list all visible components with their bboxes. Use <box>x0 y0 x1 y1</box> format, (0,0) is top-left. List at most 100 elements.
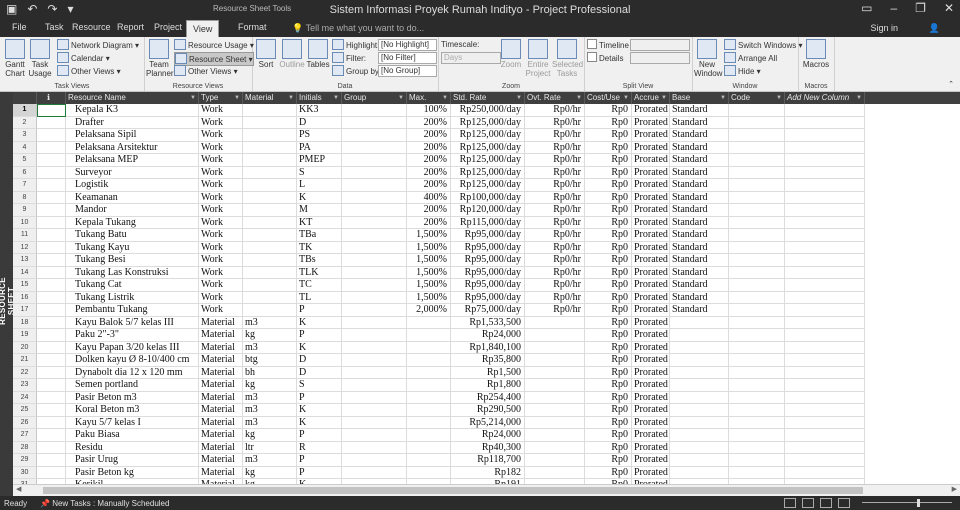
group-cell[interactable] <box>342 279 407 292</box>
code-cell[interactable] <box>729 366 785 379</box>
indicator-cell[interactable] <box>37 454 66 467</box>
base-cell[interactable]: Standard <box>670 304 729 317</box>
cost-use-cell[interactable]: Rp0 <box>585 341 632 354</box>
row-number[interactable]: 8 <box>13 191 37 204</box>
resource-name-cell[interactable]: Pasir Urug <box>66 454 199 467</box>
ovt-rate-cell[interactable] <box>525 354 585 367</box>
add-new-column-cell[interactable] <box>785 441 865 454</box>
accrue-cell[interactable]: Prorated <box>632 291 670 304</box>
type-cell[interactable]: Work <box>199 241 243 254</box>
task-usage-view-icon[interactable] <box>802 498 814 508</box>
group-cell[interactable] <box>342 241 407 254</box>
material-label-cell[interactable] <box>243 191 297 204</box>
initials-cell[interactable]: P <box>297 429 342 442</box>
col-header-max-units[interactable]: Max. ▼ <box>407 92 451 104</box>
type-cell[interactable]: Material <box>199 354 243 367</box>
add-column-dropdown-icon[interactable]: ▼ <box>856 92 862 104</box>
add-new-column-cell[interactable] <box>785 104 865 117</box>
row-number[interactable]: 13 <box>13 254 37 267</box>
code-cell[interactable] <box>729 266 785 279</box>
ovt-rate-cell[interactable]: Rp0/hr <box>525 166 585 179</box>
row-number[interactable]: 19 <box>13 329 37 342</box>
indicator-cell[interactable] <box>37 229 66 242</box>
base-cell[interactable]: Standard <box>670 204 729 217</box>
indicator-cell[interactable] <box>37 391 66 404</box>
accrue-cell[interactable]: Prorated <box>632 304 670 317</box>
code-cell[interactable] <box>729 404 785 417</box>
base-cell[interactable] <box>670 341 729 354</box>
tab-format[interactable]: Format <box>238 22 267 32</box>
initials-cell[interactable]: S <box>297 166 342 179</box>
cost-use-cell[interactable]: Rp0 <box>585 466 632 479</box>
add-new-column-cell[interactable] <box>785 279 865 292</box>
std-rate-cell[interactable]: Rp182 <box>451 466 525 479</box>
resource-name-cell[interactable]: Semen portland <box>66 379 199 392</box>
column-filter-icon[interactable]: ▼ <box>720 92 726 104</box>
table-row[interactable]: 5 Pelaksana MEP Work PMEP 200% Rp125,000/day R… <box>13 154 865 167</box>
add-new-column-cell[interactable] <box>785 191 865 204</box>
add-new-column-cell[interactable] <box>785 229 865 242</box>
tables-button[interactable]: Tables <box>306 37 330 69</box>
std-rate-cell[interactable]: Rp118,700 <box>451 454 525 467</box>
row-number[interactable]: 16 <box>13 291 37 304</box>
add-new-column-cell[interactable] <box>785 316 865 329</box>
tab-task[interactable]: Task <box>45 22 64 32</box>
accrue-cell[interactable]: Prorated <box>632 366 670 379</box>
code-cell[interactable] <box>729 104 785 117</box>
accrue-cell[interactable]: Prorated <box>632 404 670 417</box>
cost-use-cell[interactable]: Rp0 <box>585 241 632 254</box>
std-rate-cell[interactable]: Rp1,800 <box>451 379 525 392</box>
base-cell[interactable]: Standard <box>670 266 729 279</box>
initials-cell[interactable]: P <box>297 391 342 404</box>
resource-name-cell[interactable]: Tukang Listrik <box>66 291 199 304</box>
group-cell[interactable] <box>342 191 407 204</box>
tab-project[interactable]: Project <box>154 22 182 32</box>
column-filter-icon[interactable]: ▼ <box>516 92 522 104</box>
col-header-row-number[interactable] <box>13 92 37 104</box>
ovt-rate-cell[interactable]: Rp0/hr <box>525 116 585 129</box>
ovt-rate-cell[interactable]: Rp0/hr <box>525 229 585 242</box>
indicator-cell[interactable] <box>37 266 66 279</box>
tab-report[interactable]: Report <box>117 22 144 32</box>
indicator-cell[interactable] <box>37 141 66 154</box>
max-units-cell[interactable]: 200% <box>407 179 451 192</box>
accrue-cell[interactable]: Prorated <box>632 279 670 292</box>
material-label-cell[interactable] <box>243 154 297 167</box>
ovt-rate-cell[interactable]: Rp0/hr <box>525 279 585 292</box>
resource-name-cell[interactable]: Kayu Papan 3/20 kelas III <box>66 341 199 354</box>
indicator-cell[interactable] <box>37 179 66 192</box>
max-units-cell[interactable] <box>407 404 451 417</box>
std-rate-cell[interactable]: Rp125,000/day <box>451 129 525 142</box>
row-number[interactable]: 10 <box>13 216 37 229</box>
entire-project-button[interactable]: Entire Project <box>524 37 552 78</box>
type-cell[interactable]: Material <box>199 379 243 392</box>
type-cell[interactable]: Material <box>199 454 243 467</box>
initials-cell[interactable]: D <box>297 366 342 379</box>
accrue-cell[interactable]: Prorated <box>632 166 670 179</box>
base-cell[interactable]: Standard <box>670 129 729 142</box>
accrue-cell[interactable]: Prorated <box>632 454 670 467</box>
scroll-right-icon[interactable]: ▶ <box>952 485 957 493</box>
column-filter-icon[interactable]: ▼ <box>623 92 629 104</box>
ovt-rate-cell[interactable] <box>525 454 585 467</box>
max-units-cell[interactable]: 1,500% <box>407 229 451 242</box>
col-header-initials[interactable]: Initials ▼ <box>297 92 342 104</box>
cost-use-cell[interactable]: Rp0 <box>585 354 632 367</box>
cost-use-cell[interactable]: Rp0 <box>585 316 632 329</box>
outline-button[interactable]: Outline <box>279 37 305 69</box>
ovt-rate-cell[interactable] <box>525 341 585 354</box>
material-label-cell[interactable] <box>243 266 297 279</box>
type-cell[interactable]: Material <box>199 404 243 417</box>
col-header-code[interactable]: Code ▼ <box>729 92 785 104</box>
initials-cell[interactable]: D <box>297 116 342 129</box>
ovt-rate-cell[interactable]: Rp0/hr <box>525 129 585 142</box>
resource-name-cell[interactable]: Drafter <box>66 116 199 129</box>
group-cell[interactable] <box>342 116 407 129</box>
resource-name-cell[interactable]: Pasir Beton kg <box>66 466 199 479</box>
initials-cell[interactable]: M <box>297 204 342 217</box>
ovt-rate-cell[interactable] <box>525 416 585 429</box>
ovt-rate-cell[interactable]: Rp0/hr <box>525 179 585 192</box>
timescale-dropdown[interactable]: Days <box>441 52 501 64</box>
resource-name-cell[interactable]: Paku Biasa <box>66 429 199 442</box>
max-units-cell[interactable]: 200% <box>407 166 451 179</box>
